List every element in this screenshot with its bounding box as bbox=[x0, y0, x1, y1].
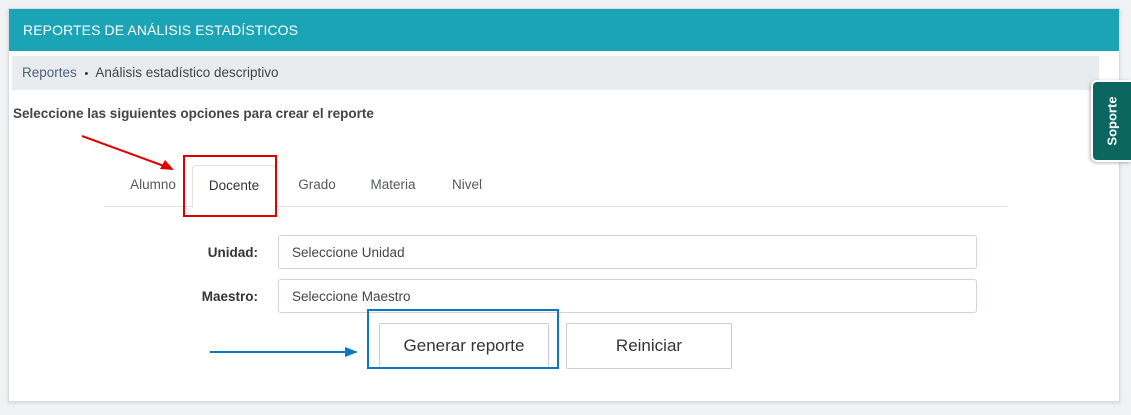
tab-materia[interactable]: Materia bbox=[358, 165, 428, 207]
panel-title: REPORTES DE ANÁLISIS ESTADÍSTICOS bbox=[9, 9, 1119, 51]
maestro-select[interactable] bbox=[278, 279, 977, 313]
unidad-label: Unidad: bbox=[207, 245, 258, 260]
tab-docente[interactable]: Docente bbox=[192, 165, 276, 208]
reset-button[interactable]: Reiniciar bbox=[566, 323, 732, 369]
tab-grado[interactable]: Grado bbox=[286, 165, 348, 207]
breadcrumb: Reportes • Análisis estadístico descript… bbox=[12, 56, 1099, 90]
tab-alumno[interactable]: Alumno bbox=[116, 165, 190, 207]
support-tab[interactable]: Soporte bbox=[1091, 80, 1131, 162]
report-type-tabs: Alumno Docente Grado Materia Nivel bbox=[104, 165, 1007, 208]
generate-report-button[interactable]: Generar reporte bbox=[379, 323, 549, 369]
breadcrumb-separator: • bbox=[84, 68, 89, 80]
maestro-label: Maestro: bbox=[201, 289, 258, 304]
breadcrumb-link-reportes[interactable]: Reportes bbox=[22, 65, 77, 80]
breadcrumb-current: Análisis estadístico descriptivo bbox=[95, 65, 279, 80]
instructions-text: Seleccione las siguientes opciones para … bbox=[13, 106, 374, 121]
tab-nivel[interactable]: Nivel bbox=[438, 165, 496, 207]
support-tab-label: Soporte bbox=[1104, 96, 1120, 146]
unidad-select[interactable] bbox=[278, 235, 977, 269]
